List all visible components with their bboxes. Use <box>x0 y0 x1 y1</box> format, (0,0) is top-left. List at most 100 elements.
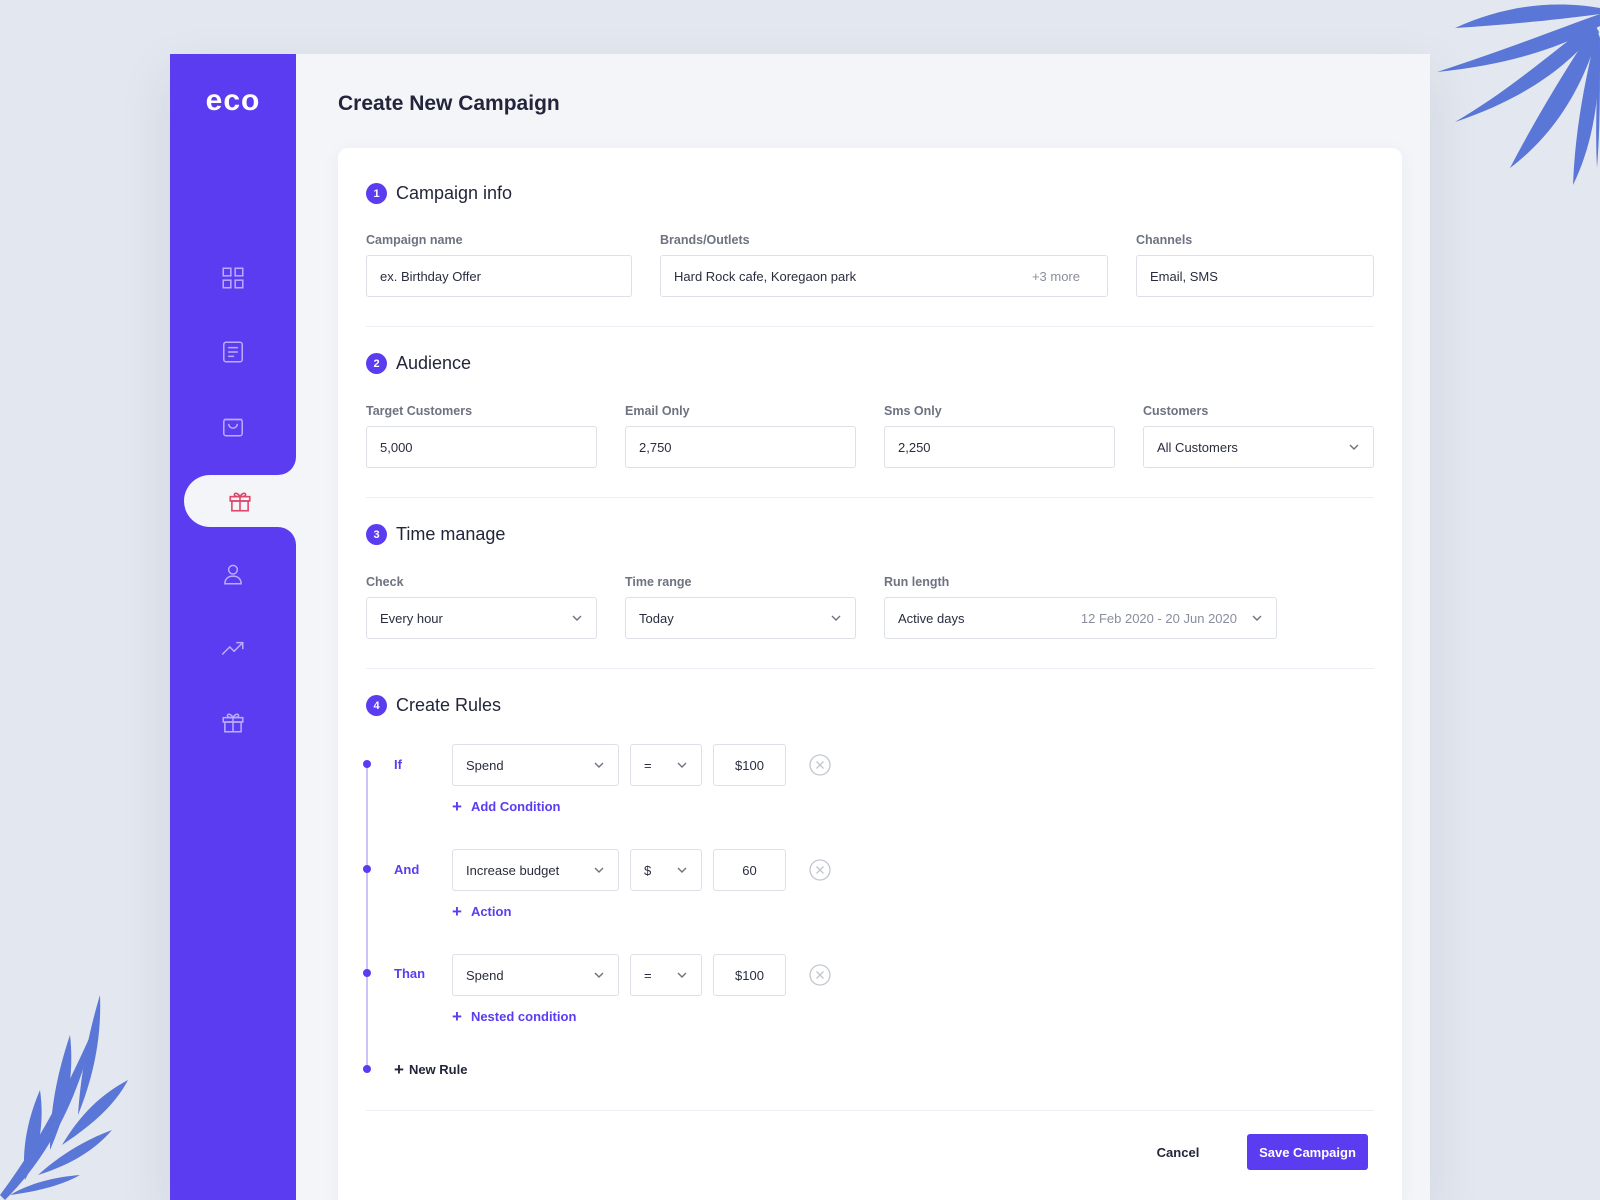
brands-value: Hard Rock cafe, Koregaon park <box>674 268 857 284</box>
remove-circle-icon[interactable] <box>808 753 832 777</box>
check-value: Every hour <box>380 610 443 626</box>
bag-icon <box>223 418 243 437</box>
run-length-label: Run length <box>884 575 950 589</box>
rule-than-value-input[interactable]: $100 <box>713 954 786 996</box>
customers-value: All Customers <box>1157 439 1238 455</box>
chevron-down-icon <box>1349 444 1359 450</box>
rule-field-value: Increase budget <box>466 862 560 878</box>
target-customers-value: 5,000 <box>380 439 413 455</box>
chevron-down-icon <box>677 972 687 978</box>
remove-circle-icon[interactable] <box>808 858 832 882</box>
sms-only-value: 2,250 <box>898 439 931 455</box>
app-window: eco Create New Campaign 1 Campaign info … <box>170 54 1430 1200</box>
customers-label: Customers <box>1143 404 1209 418</box>
brands-select[interactable]: Hard Rock cafe, Koregaon park +3 more <box>660 255 1108 297</box>
chevron-down-icon <box>572 615 582 621</box>
sms-only-input[interactable]: 2,250 <box>884 426 1115 468</box>
rule-dot <box>363 865 371 873</box>
chevron-down-icon <box>831 615 841 621</box>
user-icon <box>224 564 242 585</box>
rule-than-field-select[interactable]: Spend <box>452 954 619 996</box>
rule-value: $100 <box>735 967 764 983</box>
rule-field-value: Spend <box>466 757 504 773</box>
remove-circle-icon[interactable] <box>808 963 832 987</box>
cancel-button[interactable]: Cancel <box>1142 1134 1214 1170</box>
plus-icon: + <box>394 1060 404 1079</box>
trending-up-icon <box>221 641 244 656</box>
sidebar-item-users[interactable] <box>170 548 296 600</box>
new-rule-button[interactable]: + New Rule <box>394 1061 467 1078</box>
leaf-decoration-icon <box>1437 4 1600 185</box>
sidebar-item-shop[interactable] <box>170 400 296 452</box>
rule-value: 60 <box>742 862 757 878</box>
rule-operator-value: = <box>644 757 652 773</box>
chevron-down-icon <box>677 867 687 873</box>
section-audience-title: 2 Audience <box>366 353 471 374</box>
sms-only-label: Sms Only <box>884 404 942 418</box>
target-customers-label: Target Customers <box>366 404 473 418</box>
gift-icon <box>222 713 244 733</box>
rule-and-value-input[interactable]: 60 <box>713 849 786 891</box>
rule-and-operator-select[interactable]: $ <box>630 849 702 891</box>
target-customers-input[interactable]: 5,000 <box>366 426 597 468</box>
time-range-value: Today <box>639 610 674 626</box>
email-only-label: Email Only <box>625 404 690 418</box>
section-title-text: Time manage <box>396 524 506 544</box>
rule-value: $100 <box>735 757 764 773</box>
sidebar-item-dashboard[interactable] <box>170 252 296 304</box>
page-title: Create New Campaign <box>338 92 560 115</box>
brands-label: Brands/Outlets <box>660 233 750 247</box>
rules-timeline <box>366 764 368 1069</box>
check-label: Check <box>366 575 404 589</box>
sidebar-item-analytics[interactable] <box>170 622 296 674</box>
channels-value: Email, SMS <box>1150 268 1218 284</box>
save-campaign-button[interactable]: Save Campaign <box>1247 1134 1368 1170</box>
campaign-name-placeholder: ex. Birthday Offer <box>380 268 481 284</box>
campaign-form-card: 1 Campaign info Campaign name ex. Birthd… <box>338 148 1402 1200</box>
section-divider <box>366 668 1374 669</box>
step-badge: 2 <box>366 353 387 374</box>
nested-condition-link[interactable]: + Nested condition <box>452 1008 576 1025</box>
sidebar-item-campaigns[interactable] <box>184 475 296 527</box>
sidebar-item-documents[interactable] <box>170 326 296 378</box>
check-select[interactable]: Every hour <box>366 597 597 639</box>
sidebar: eco <box>170 54 296 1200</box>
time-range-select[interactable]: Today <box>625 597 856 639</box>
chevron-down-icon <box>594 867 604 873</box>
rule-label-than: Than <box>394 966 426 981</box>
gift-icon <box>229 492 251 512</box>
app-logo: eco <box>205 84 261 117</box>
rule-dot <box>363 760 371 768</box>
section-divider <box>366 497 1374 498</box>
brands-more-badge: +3 more <box>1031 268 1080 284</box>
campaign-name-input[interactable]: ex. Birthday Offer <box>366 255 632 297</box>
add-action-link[interactable]: + Action <box>452 903 511 920</box>
add-condition-link[interactable]: + Add Condition <box>452 798 560 815</box>
rule-and-field-select[interactable]: Increase budget <box>452 849 619 891</box>
footer-divider <box>366 1110 1374 1111</box>
leaf-decoration-icon <box>0 995 128 1200</box>
rule-operator-value: = <box>644 967 652 983</box>
nested-condition-label: Nested condition <box>470 1009 577 1024</box>
new-rule-label: New Rule <box>408 1062 468 1077</box>
rule-label-if: If <box>394 757 402 772</box>
channels-label: Channels <box>1136 233 1193 247</box>
section-title-text: Campaign info <box>396 183 513 203</box>
sidebar-item-rewards[interactable] <box>170 696 296 748</box>
plus-icon: + <box>452 797 462 816</box>
run-length-select[interactable]: Active days 12 Feb 2020 - 20 Jun 2020 <box>884 597 1277 639</box>
step-badge: 3 <box>366 524 387 545</box>
customers-select[interactable]: All Customers <box>1143 426 1374 468</box>
run-length-value: Active days <box>898 610 965 626</box>
rule-if-field-select[interactable]: Spend <box>452 744 619 786</box>
section-campaign-info-title: 1 Campaign info <box>366 183 512 204</box>
add-action-label: Action <box>470 904 512 919</box>
rule-if-value-input[interactable]: $100 <box>713 744 786 786</box>
rule-than-operator-select[interactable]: = <box>630 954 702 996</box>
plus-icon: + <box>452 1007 462 1026</box>
email-only-input[interactable]: 2,750 <box>625 426 856 468</box>
rule-if-operator-select[interactable]: = <box>630 744 702 786</box>
channels-select[interactable]: Email, SMS <box>1136 255 1374 297</box>
chevron-down-icon <box>1252 615 1262 621</box>
section-title-text: Audience <box>396 353 472 373</box>
